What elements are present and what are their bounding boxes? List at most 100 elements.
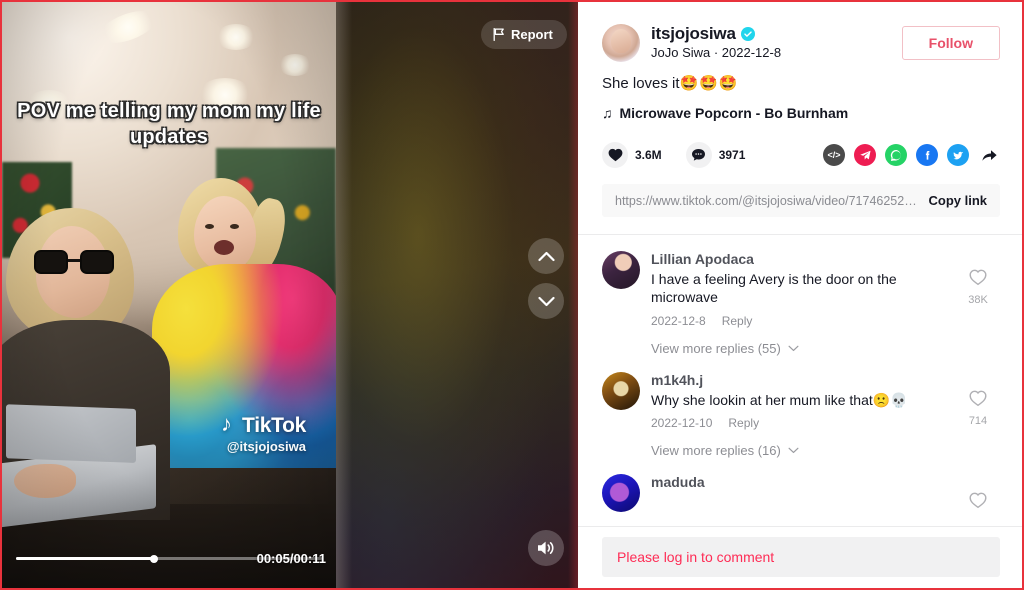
facebook-share-icon[interactable] <box>916 144 938 167</box>
music-note-icon <box>221 411 237 437</box>
description-emoji: 🤩🤩🤩 <box>679 75 739 92</box>
twitter-bird-glyph <box>952 151 963 160</box>
comment-like[interactable]: 714 <box>956 372 1000 430</box>
commenter-avatar[interactable] <box>602 371 640 410</box>
ceiling-light <box>95 4 161 50</box>
comment-like-count: 38K <box>968 294 988 307</box>
whatsapp-share-icon[interactable] <box>885 144 907 167</box>
author-username[interactable]: itsjojosiwa <box>651 24 736 44</box>
hand <box>14 464 76 498</box>
comment-date: 2022-12-8 <box>651 313 706 328</box>
comment-count: 3971 <box>718 148 746 163</box>
login-prompt-bar: Please log in to comment <box>578 526 1022 586</box>
next-video-button[interactable] <box>528 283 564 319</box>
heart-outline-icon <box>969 269 987 286</box>
share-arrow-icon[interactable] <box>978 144 1000 166</box>
view-replies-label: View more replies (16) <box>651 442 781 458</box>
video-info-panel: itsjojosiwa JoJo Siwa · 2022-12-8 Follow… <box>578 2 1022 588</box>
previous-video-button[interactable] <box>528 238 564 274</box>
watermark-handle: @itsjojosiwa <box>226 439 306 454</box>
comment-item: maduda <box>578 458 1022 514</box>
view-replies-label: View more replies (55) <box>651 340 781 356</box>
login-to-comment-button[interactable]: Please log in to comment <box>602 536 1000 577</box>
commenter-avatar[interactable] <box>602 251 640 290</box>
progress-fill <box>16 557 154 560</box>
comment-body: maduda <box>651 474 956 514</box>
author-meta: itsjojosiwa JoJo Siwa · 2022-12-8 <box>651 24 892 60</box>
report-label: Report <box>511 27 553 42</box>
commenter-name[interactable]: m1k4h.j <box>651 372 956 388</box>
share-arrow-glyph <box>981 150 997 161</box>
chevron-down-icon <box>788 447 799 453</box>
video-caption-overlay: POV me telling my mom my life updates <box>17 100 321 149</box>
comment-like-count: 714 <box>968 414 988 427</box>
comment-reply-button[interactable]: Reply <box>722 314 753 328</box>
girl-eye <box>205 224 214 229</box>
description-text: She loves it <box>602 75 680 92</box>
glasses-lens <box>80 250 114 274</box>
like-stat[interactable]: 3.6M <box>602 142 662 169</box>
heart-outline-icon <box>969 492 987 508</box>
heart-filled-icon <box>608 149 622 162</box>
watermark-brand: TikTok <box>242 414 306 437</box>
view-more-replies-button[interactable]: View more replies (55) <box>578 328 1022 356</box>
comment-reply-button[interactable]: Reply <box>728 416 759 430</box>
commenter-name[interactable]: maduda <box>651 474 956 490</box>
video-url[interactable]: https://www.tiktok.com/@itsjojosiwa/vide… <box>615 194 918 208</box>
blurred-backdrop: Report <box>336 2 578 588</box>
comment-icon[interactable] <box>685 142 712 169</box>
comment-like[interactable] <box>956 474 1000 514</box>
heart-icon[interactable] <box>602 142 628 169</box>
comment-item: m1k4h.j Why she lookin at her mum like t… <box>578 356 1022 430</box>
comment-like[interactable]: 38K <box>956 251 1000 327</box>
girl-eye <box>230 224 239 229</box>
tiktok-video-page: POV me telling my mom my life updates Ti… <box>0 0 1024 590</box>
share-icons: </> <box>823 144 1000 167</box>
report-button[interactable]: Report <box>481 20 567 49</box>
verified-badge-icon <box>740 27 755 41</box>
facebook-glyph <box>925 150 929 160</box>
copy-link-button[interactable]: Copy link <box>928 193 987 208</box>
comment-stat[interactable]: 3971 <box>685 142 746 169</box>
comment-date: 2022-12-10 <box>651 415 713 430</box>
flag-icon <box>493 28 504 41</box>
chevron-down-icon <box>788 345 799 351</box>
video-player[interactable]: POV me telling my mom my life updates Ti… <box>2 2 336 588</box>
heart-outline-icon <box>969 390 987 406</box>
author-name-date: JoJo Siwa · 2022-12-8 <box>651 45 782 60</box>
follow-button[interactable]: Follow <box>901 26 1000 60</box>
video-time-label: 00:05/00:11 <box>256 551 326 566</box>
view-more-replies-button[interactable]: View more replies (16) <box>578 430 1022 458</box>
share-link-row: https://www.tiktok.com/@itsjojosiwa/vide… <box>602 184 1000 218</box>
glasses-lens <box>34 250 68 274</box>
telegram-share-icon[interactable] <box>854 144 876 167</box>
comment-text: Why she lookin at her mum like that🙁💀 <box>651 391 908 408</box>
video-description: She loves it🤩🤩🤩 <box>578 62 1022 94</box>
eyeglasses <box>34 250 114 274</box>
embed-icon[interactable]: </> <box>823 144 845 167</box>
comment-body: Lillian Apodaca I have a feeling Avery i… <box>651 251 956 327</box>
speaker-icon <box>538 541 554 555</box>
like-count: 3.6M <box>635 148 662 163</box>
tiktok-watermark: TikTok @itsjojosiwa <box>221 411 306 454</box>
commenter-avatar[interactable] <box>602 473 640 512</box>
comment-text: I have a feeling Avery is the door on th… <box>651 271 897 306</box>
comment-item: Lillian Apodaca I have a feeling Avery i… <box>578 235 1022 328</box>
music-note-icon: ♫ <box>602 105 613 122</box>
engagement-row: 3.6M 3971 </> <box>578 121 1022 169</box>
comment-bubble-icon <box>692 149 706 161</box>
music-title[interactable]: Microwave Popcorn - Bo Burnham <box>620 105 849 121</box>
comment-meta: 2022-12-10 Reply <box>651 416 956 430</box>
comment-meta: 2022-12-8 Reply <box>651 314 956 328</box>
author-avatar[interactable] <box>602 24 640 62</box>
twitter-share-icon[interactable] <box>947 144 969 167</box>
ceiling-light <box>278 54 312 76</box>
progress-knob[interactable] <box>149 554 158 563</box>
volume-button[interactable] <box>528 530 564 566</box>
whatsapp-glyph <box>890 149 901 161</box>
chevron-up-icon <box>537 251 555 261</box>
girl-face <box>194 196 256 272</box>
commenter-name[interactable]: Lillian Apodaca <box>651 251 956 267</box>
girl-mouth <box>214 240 234 255</box>
music-row[interactable]: ♫ Microwave Popcorn - Bo Burnham <box>578 94 1022 122</box>
